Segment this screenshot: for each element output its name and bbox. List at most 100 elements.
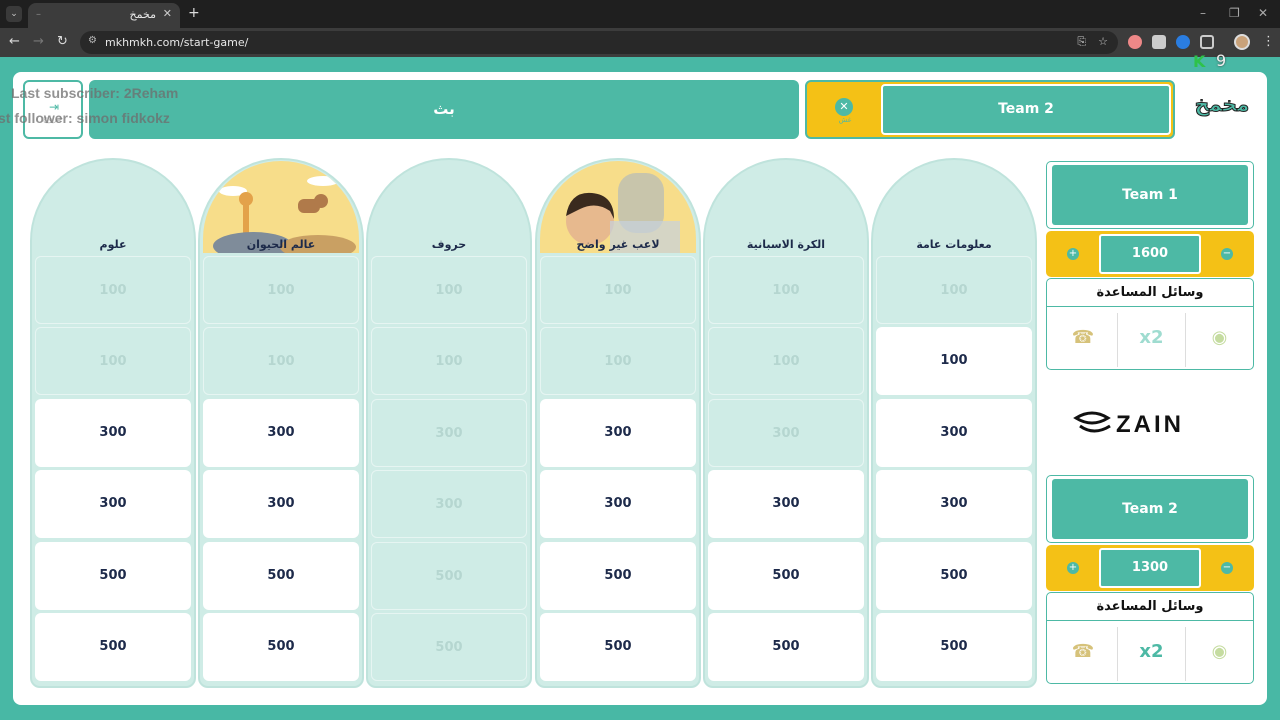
team-1-score: 1600 [1099, 234, 1201, 274]
last-subscriber-text: Last subscriber: 2Reham [11, 85, 179, 101]
question-cell[interactable]: 300 [203, 470, 359, 538]
category-column: معلومات عامة 100 100 300 300 500 500 [871, 158, 1037, 688]
lock-label: غش [838, 116, 852, 124]
question-cell[interactable]: 300 [708, 399, 864, 467]
close-window-icon[interactable]: ✕ [1258, 6, 1268, 20]
restore-icon[interactable]: ❐ [1229, 6, 1240, 20]
minimize-icon[interactable]: – [1200, 6, 1206, 20]
tab-search-icon[interactable]: ⌄ [6, 6, 22, 22]
tab-favicon-icon: – [36, 9, 41, 20]
question-cell[interactable]: 300 [371, 399, 527, 467]
current-team-panel: ✕ غش Team 2 [805, 80, 1175, 139]
question-cell[interactable]: 300 [876, 399, 1032, 467]
install-icon[interactable]: ⎘ [1077, 35, 1086, 49]
category-title: علوم [99, 238, 127, 251]
browser-tab[interactable]: – مخمخ ✕ [28, 3, 180, 28]
category-column: علوم 100 100 300 300 500 500 [30, 158, 196, 688]
question-cell[interactable]: 100 [35, 256, 191, 324]
team-2-aids: وسائل المساعدة ☎ x2 ◉ [1046, 592, 1254, 684]
question-cell[interactable]: 300 [35, 399, 191, 467]
screenshot-extension-icon[interactable] [1152, 35, 1166, 49]
team-2-decrease-icon[interactable]: − [1221, 562, 1233, 574]
browser-tab-bar: ⌄ – مخمخ ✕ + – ❐ ✕ [0, 0, 1280, 28]
question-cell[interactable]: 300 [203, 399, 359, 467]
question-cell[interactable]: 100 [708, 256, 864, 324]
url-text: mkhmkh.com/start-game/ [105, 36, 249, 49]
question-cell[interactable]: 300 [540, 399, 696, 467]
question-cell[interactable]: 300 [35, 470, 191, 538]
team-2-name: Team 2 [1052, 479, 1248, 539]
category-column: عالم الحيوان 100 100 300 300 500 500 [198, 158, 364, 688]
question-cell[interactable]: 100 [371, 327, 527, 395]
call-friend-icon[interactable]: ☎ [1049, 627, 1117, 681]
team-2-aids-title: وسائل المساعدة [1096, 599, 1204, 614]
question-cell[interactable]: 500 [35, 613, 191, 681]
tab-title: مخمخ [129, 8, 156, 21]
question-cell[interactable]: 100 [35, 327, 191, 395]
question-cell[interactable]: 500 [540, 542, 696, 610]
call-friend-icon[interactable]: ☎ [1049, 313, 1117, 367]
address-bar[interactable]: ⚙ mkhmkh.com/start-game/ ⎘ ☆ [80, 31, 1118, 54]
question-cell[interactable]: 500 [540, 613, 696, 681]
question-cell[interactable]: 100 [203, 327, 359, 395]
category-title: الكرة الاسبانية [746, 238, 826, 251]
timer-icon[interactable]: ◉ [1185, 313, 1253, 367]
question-cell[interactable]: 300 [371, 470, 527, 538]
category-title: عالم الحيوان [246, 238, 316, 251]
team-1-aids-title: وسائل المساعدة [1096, 285, 1204, 300]
question-cell[interactable]: 100 [876, 256, 1032, 324]
team-2-score: 1300 [1099, 548, 1201, 588]
team-2-increase-icon[interactable]: + [1067, 562, 1079, 574]
question-cell[interactable]: 100 [876, 327, 1032, 395]
team-1-score-row: + 1600 − [1046, 231, 1254, 277]
question-cell[interactable]: 500 [203, 542, 359, 610]
category-title: معلومات عامة [916, 238, 992, 251]
zain-wordmark: ZAIN [1116, 411, 1184, 438]
team-1-increase-icon[interactable]: + [1067, 248, 1079, 260]
bookmark-star-icon[interactable]: ☆ [1098, 35, 1108, 49]
browser-menu-icon[interactable]: ⋮ [1262, 34, 1275, 49]
new-tab-icon[interactable]: + [188, 5, 200, 21]
forward-icon[interactable]: → [33, 34, 44, 49]
question-cell[interactable]: 500 [371, 542, 527, 610]
extension-icon[interactable] [1128, 35, 1142, 49]
question-cell[interactable]: 500 [876, 542, 1032, 610]
back-icon[interactable]: ← [9, 34, 20, 49]
extensions-puzzle-icon[interactable] [1200, 35, 1214, 49]
question-cell[interactable]: 100 [540, 256, 696, 324]
question-cell[interactable]: 100 [708, 327, 864, 395]
question-cell[interactable]: 500 [371, 613, 527, 681]
stream-brand-icon: K [1193, 52, 1206, 71]
category-column: الكرة الاسبانية 100 100 300 300 500 500 [703, 158, 869, 688]
category-title: حروف [431, 238, 467, 251]
turn-banner: بث [89, 80, 799, 139]
team-1-aids: وسائل المساعدة ☎ x2 ◉ [1046, 278, 1254, 370]
double-points-icon[interactable]: x2 [1117, 313, 1185, 367]
question-cell[interactable]: 500 [708, 542, 864, 610]
question-cell[interactable]: 500 [876, 613, 1032, 681]
profile-avatar[interactable] [1234, 34, 1250, 50]
question-cell[interactable]: 100 [371, 256, 527, 324]
site-info-icon[interactable]: ⚙ [88, 35, 97, 46]
timer-icon[interactable]: ◉ [1185, 627, 1253, 681]
site-logo[interactable]: مخمخ [1188, 88, 1256, 132]
double-points-icon[interactable]: x2 [1117, 627, 1185, 681]
question-cell[interactable]: 300 [540, 470, 696, 538]
question-cell[interactable]: 300 [876, 470, 1032, 538]
logo-text: مخمخ [1194, 92, 1250, 117]
browser-toolbar: ← → ↻ ⚙ mkhmkh.com/start-game/ ⎘ ☆ ⋮ [0, 28, 1280, 57]
zain-logo: ZAIN [1073, 411, 1184, 438]
tab-close-icon[interactable]: ✕ [163, 7, 172, 20]
extension-blue-icon[interactable] [1176, 35, 1190, 49]
team-1-decrease-icon[interactable]: − [1221, 248, 1233, 260]
question-cell[interactable]: 500 [35, 542, 191, 610]
question-cell[interactable]: 300 [708, 470, 864, 538]
question-cell[interactable]: 500 [203, 613, 359, 681]
reload-icon[interactable]: ↻ [57, 34, 68, 49]
question-cell[interactable]: 100 [203, 256, 359, 324]
current-team-name: Team 2 [881, 84, 1171, 135]
question-cell[interactable]: 100 [540, 327, 696, 395]
lock-icon[interactable]: ✕ [835, 98, 853, 116]
question-cell[interactable]: 500 [708, 613, 864, 681]
category-column: لاعب غير واضح 100 100 300 300 500 500 [535, 158, 701, 688]
